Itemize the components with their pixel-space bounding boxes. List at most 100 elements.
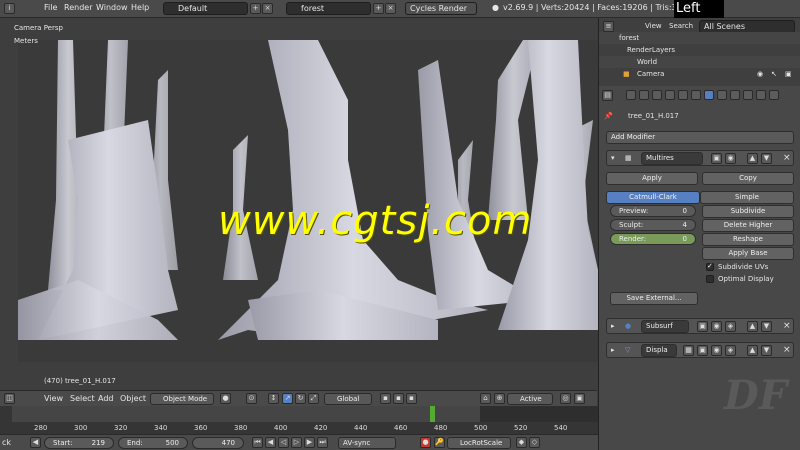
- pivot-select[interactable]: Active: [507, 393, 553, 405]
- remove-modifier-icon[interactable]: ×: [783, 153, 791, 163]
- apply-base-button[interactable]: Apply Base: [702, 247, 794, 260]
- snap-icon[interactable]: ⊕: [494, 393, 505, 404]
- outliner-search-menu[interactable]: Search: [669, 22, 693, 30]
- proportional-icon[interactable]: ◎: [560, 393, 571, 404]
- scene-tab-icon[interactable]: [652, 90, 662, 100]
- remove-modifier-icon[interactable]: ×: [783, 321, 791, 331]
- menu-select[interactable]: Select: [70, 394, 95, 403]
- keying-set-select[interactable]: LocRotScale: [447, 437, 511, 449]
- layer-icon[interactable]: ▪: [406, 393, 417, 404]
- outliner-view-menu[interactable]: View: [645, 22, 662, 30]
- show-render-icon[interactable]: ▣: [697, 321, 708, 332]
- render-icon[interactable]: ▣: [785, 70, 792, 78]
- show-cage-icon[interactable]: ▦: [683, 345, 694, 356]
- delete-higher-button[interactable]: Delete Higher: [702, 219, 794, 232]
- material-tab-icon[interactable]: [730, 90, 740, 100]
- menu-help[interactable]: Help: [131, 3, 149, 12]
- show-viewport-icon[interactable]: ◉: [725, 153, 736, 164]
- layer-icon[interactable]: ▪: [393, 393, 404, 404]
- layer-icon[interactable]: ▪: [380, 393, 391, 404]
- show-render-icon[interactable]: ▣: [711, 153, 722, 164]
- add-modifier-button[interactable]: Add Modifier: [606, 131, 794, 144]
- object-tab-icon[interactable]: [678, 90, 688, 100]
- move-down-icon[interactable]: ▼: [761, 321, 772, 332]
- rotate-icon[interactable]: ↻: [295, 393, 306, 404]
- editor-type-icon[interactable]: ≡: [603, 21, 614, 32]
- menu-view[interactable]: View: [44, 394, 63, 403]
- record-icon[interactable]: ●: [420, 437, 431, 448]
- manipulator-icon[interactable]: ↕: [268, 393, 279, 404]
- menu-window[interactable]: Window: [96, 3, 128, 12]
- prev-key-icon[interactable]: ◀: [265, 437, 276, 448]
- current-frame-marker[interactable]: [430, 406, 435, 422]
- editor-type-icon[interactable]: ◫: [4, 393, 15, 404]
- sculpt-levels-field[interactable]: Sculpt: 4: [610, 219, 696, 231]
- render-preview-icon[interactable]: ▣: [574, 393, 585, 404]
- subsurf-modifier-header[interactable]: ▸ ● Subsurf ▣ ◉ ◈ ▲ ▼ ×: [606, 318, 794, 334]
- sync-select[interactable]: AV-sync: [338, 437, 396, 449]
- screen-layout-field[interactable]: Default: [163, 2, 248, 15]
- scale-icon[interactable]: ⤢: [308, 393, 319, 404]
- orientation-select[interactable]: Global: [324, 393, 372, 405]
- start-frame-field[interactable]: Start: 219: [44, 437, 114, 449]
- move-down-icon[interactable]: ▼: [761, 345, 772, 356]
- move-up-icon[interactable]: ▲: [747, 153, 758, 164]
- simple-button[interactable]: Simple: [700, 191, 794, 204]
- outliner[interactable]: ≡ View Search All Scenes forest RenderLa…: [598, 18, 800, 86]
- texture-tab-icon[interactable]: [743, 90, 753, 100]
- particles-tab-icon[interactable]: [756, 90, 766, 100]
- pin-icon[interactable]: 📌: [604, 112, 613, 120]
- range-icon[interactable]: ◀: [30, 437, 41, 448]
- playback-menu[interactable]: ck: [2, 438, 11, 447]
- shading-icon[interactable]: ●: [220, 393, 231, 404]
- menu-file[interactable]: File: [44, 3, 57, 12]
- render-levels-field[interactable]: Render: 0: [610, 233, 696, 245]
- mode-select[interactable]: Object Mode: [150, 393, 214, 405]
- visibility-icon[interactable]: ◉: [757, 70, 763, 78]
- subdivide-button[interactable]: Subdivide: [702, 205, 794, 218]
- render-engine-select[interactable]: Cycles Render: [405, 2, 477, 15]
- keying-set-icon[interactable]: 🔑: [434, 437, 445, 448]
- data-tab-icon[interactable]: [717, 90, 727, 100]
- delete-layout-icon[interactable]: ×: [262, 3, 273, 14]
- jump-start-icon[interactable]: ⏮: [252, 437, 263, 448]
- multires-modifier-header[interactable]: ▾ ▦ Multires ▣ ◉ ▲ ▼ ×: [606, 150, 794, 166]
- show-render-icon[interactable]: ▣: [697, 345, 708, 356]
- expand-icon[interactable]: ▸: [611, 346, 615, 354]
- jump-end-icon[interactable]: ⏭: [317, 437, 328, 448]
- preview-levels-field[interactable]: Preview: 0: [610, 205, 696, 217]
- outliner-row-renderlayers[interactable]: RenderLayers: [599, 44, 800, 56]
- show-viewport-icon[interactable]: ◉: [711, 345, 722, 356]
- lock-icon[interactable]: ⌂: [480, 393, 491, 404]
- collapse-icon[interactable]: ▾: [611, 154, 615, 162]
- show-viewport-icon[interactable]: ◉: [711, 321, 722, 332]
- displace-modifier-header[interactable]: ▸ ▽ Displa ▦ ▣ ◉ ◈ ▲ ▼ ×: [606, 342, 794, 358]
- menu-object[interactable]: Object: [120, 394, 146, 403]
- modifiers-tab-icon[interactable]: [704, 90, 714, 100]
- add-layout-icon[interactable]: +: [250, 3, 261, 14]
- remove-modifier-icon[interactable]: ×: [783, 345, 791, 355]
- save-external-button[interactable]: Save External...: [610, 292, 698, 305]
- world-tab-icon[interactable]: [665, 90, 675, 100]
- outliner-row-scene[interactable]: forest: [599, 32, 800, 44]
- outliner-row-world[interactable]: World: [599, 56, 800, 68]
- editor-type-icon[interactable]: i: [4, 3, 15, 14]
- pivot-icon[interactable]: ⊙: [246, 393, 257, 404]
- editor-type-icon[interactable]: ▤: [602, 90, 613, 101]
- end-frame-field[interactable]: End: 500: [118, 437, 188, 449]
- delete-scene-icon[interactable]: ×: [385, 3, 396, 14]
- catmull-clark-button[interactable]: Catmull-Clark: [606, 191, 700, 204]
- play-reverse-icon[interactable]: ◁: [278, 437, 289, 448]
- constraints-tab-icon[interactable]: [691, 90, 701, 100]
- add-scene-icon[interactable]: +: [373, 3, 384, 14]
- render-tab-icon[interactable]: [626, 90, 636, 100]
- expand-icon[interactable]: ▸: [611, 322, 615, 330]
- move-up-icon[interactable]: ▲: [747, 321, 758, 332]
- subdivide-uvs-checkbox[interactable]: [706, 262, 714, 271]
- layers-tab-icon[interactable]: [639, 90, 649, 100]
- play-icon[interactable]: ▷: [291, 437, 302, 448]
- menu-add[interactable]: Add: [98, 394, 114, 403]
- modifier-name-field[interactable]: Multires: [641, 152, 703, 165]
- insert-key-icon[interactable]: ◆: [516, 437, 527, 448]
- move-down-icon[interactable]: ▼: [761, 153, 772, 164]
